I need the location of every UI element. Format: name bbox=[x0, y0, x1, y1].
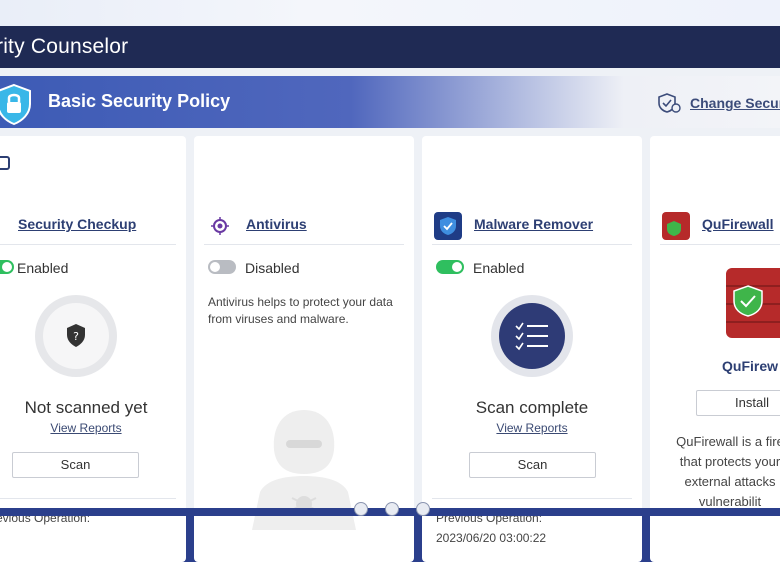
top-strip bbox=[0, 0, 780, 26]
malware-remover-status: Scan complete bbox=[475, 398, 589, 417]
shield-gear-icon bbox=[658, 93, 681, 113]
divider bbox=[432, 498, 632, 499]
qufirewall-icon bbox=[662, 212, 690, 240]
pager-dot[interactable] bbox=[385, 502, 399, 516]
security-checkup-title[interactable]: Security Checkup bbox=[18, 216, 136, 232]
malware-remover-prev-time: 2023/06/20 03:00:22 bbox=[436, 531, 547, 545]
window-title: rity Counselor bbox=[0, 35, 129, 58]
security-checkup-scan-button[interactable]: Scan bbox=[12, 452, 139, 478]
title-bar: rity Counselor bbox=[0, 26, 780, 68]
policy-banner: Basic Security Policy Change Secur bbox=[0, 76, 780, 128]
svg-text:?: ? bbox=[73, 330, 79, 343]
malware-remover-title[interactable]: Malware Remover bbox=[474, 216, 593, 232]
qufirewall-title[interactable]: QuFirewall bbox=[702, 216, 774, 232]
qufirewall-description-line: QuFirewall is a fire bbox=[676, 434, 780, 449]
security-checkup-view-reports[interactable]: View Reports bbox=[0, 421, 186, 435]
malware-remover-icon bbox=[434, 212, 462, 240]
security-checkup-state: Enabled bbox=[17, 260, 69, 276]
checklist-icon bbox=[491, 295, 573, 377]
security-checkup-toggle[interactable] bbox=[0, 260, 14, 274]
qufirewall-name: QuFirew bbox=[722, 358, 779, 374]
antivirus-card: Antivirus Disabled Antivirus helps to pr… bbox=[194, 136, 414, 562]
malware-remover-view-reports[interactable]: View Reports bbox=[422, 421, 642, 435]
malware-remover-scan-button[interactable]: Scan bbox=[469, 452, 596, 478]
antivirus-description: Antivirus helps to protect your data fro… bbox=[208, 294, 393, 328]
antivirus-icon bbox=[211, 217, 229, 235]
antivirus-title[interactable]: Antivirus bbox=[246, 216, 307, 232]
qufirewall-install-button[interactable]: Install bbox=[696, 390, 780, 416]
malware-remover-card: Malware Remover Enabled Scan complete Vi… bbox=[422, 136, 642, 562]
antivirus-toggle[interactable] bbox=[208, 260, 236, 274]
checkup-icon bbox=[0, 156, 10, 170]
antivirus-description-line: from viruses and malware. bbox=[208, 312, 349, 326]
qufirewall-description-line: external attacks bbox=[684, 474, 776, 489]
divider bbox=[0, 244, 176, 245]
change-security-label: Change Secur bbox=[690, 95, 780, 111]
banner-title: Basic Security Policy bbox=[48, 91, 231, 111]
change-security-link[interactable]: Change Secur bbox=[656, 92, 780, 114]
firewall-shield-icon bbox=[726, 268, 780, 338]
antivirus-description-line: Antivirus helps to protect your data bbox=[208, 295, 393, 309]
qufirewall-description: QuFirewall is a fire that protects your … bbox=[650, 432, 780, 512]
qufirewall-description-line: that protects your bbox=[679, 454, 780, 469]
pager-dot[interactable] bbox=[354, 502, 368, 516]
shield-scan-icon: ? bbox=[35, 295, 117, 377]
divider bbox=[0, 498, 176, 499]
divider bbox=[432, 244, 632, 245]
security-checkup-card: Security Checkup Enabled ? Not scanned y… bbox=[0, 136, 186, 562]
antivirus-state: Disabled bbox=[245, 260, 300, 276]
shield-lock-icon bbox=[0, 83, 31, 126]
divider bbox=[204, 244, 404, 245]
malware-remover-toggle[interactable] bbox=[436, 260, 464, 274]
security-checkup-status: Not scanned yet bbox=[24, 398, 148, 417]
pager-dot[interactable] bbox=[416, 502, 430, 516]
main-content: Basic Security Policy Change Secur Secur… bbox=[0, 68, 780, 562]
malware-remover-state: Enabled bbox=[473, 260, 525, 276]
qufirewall-card: QuFirewall QuFirew Install QuFirewall is… bbox=[650, 136, 780, 562]
divider bbox=[660, 244, 780, 245]
